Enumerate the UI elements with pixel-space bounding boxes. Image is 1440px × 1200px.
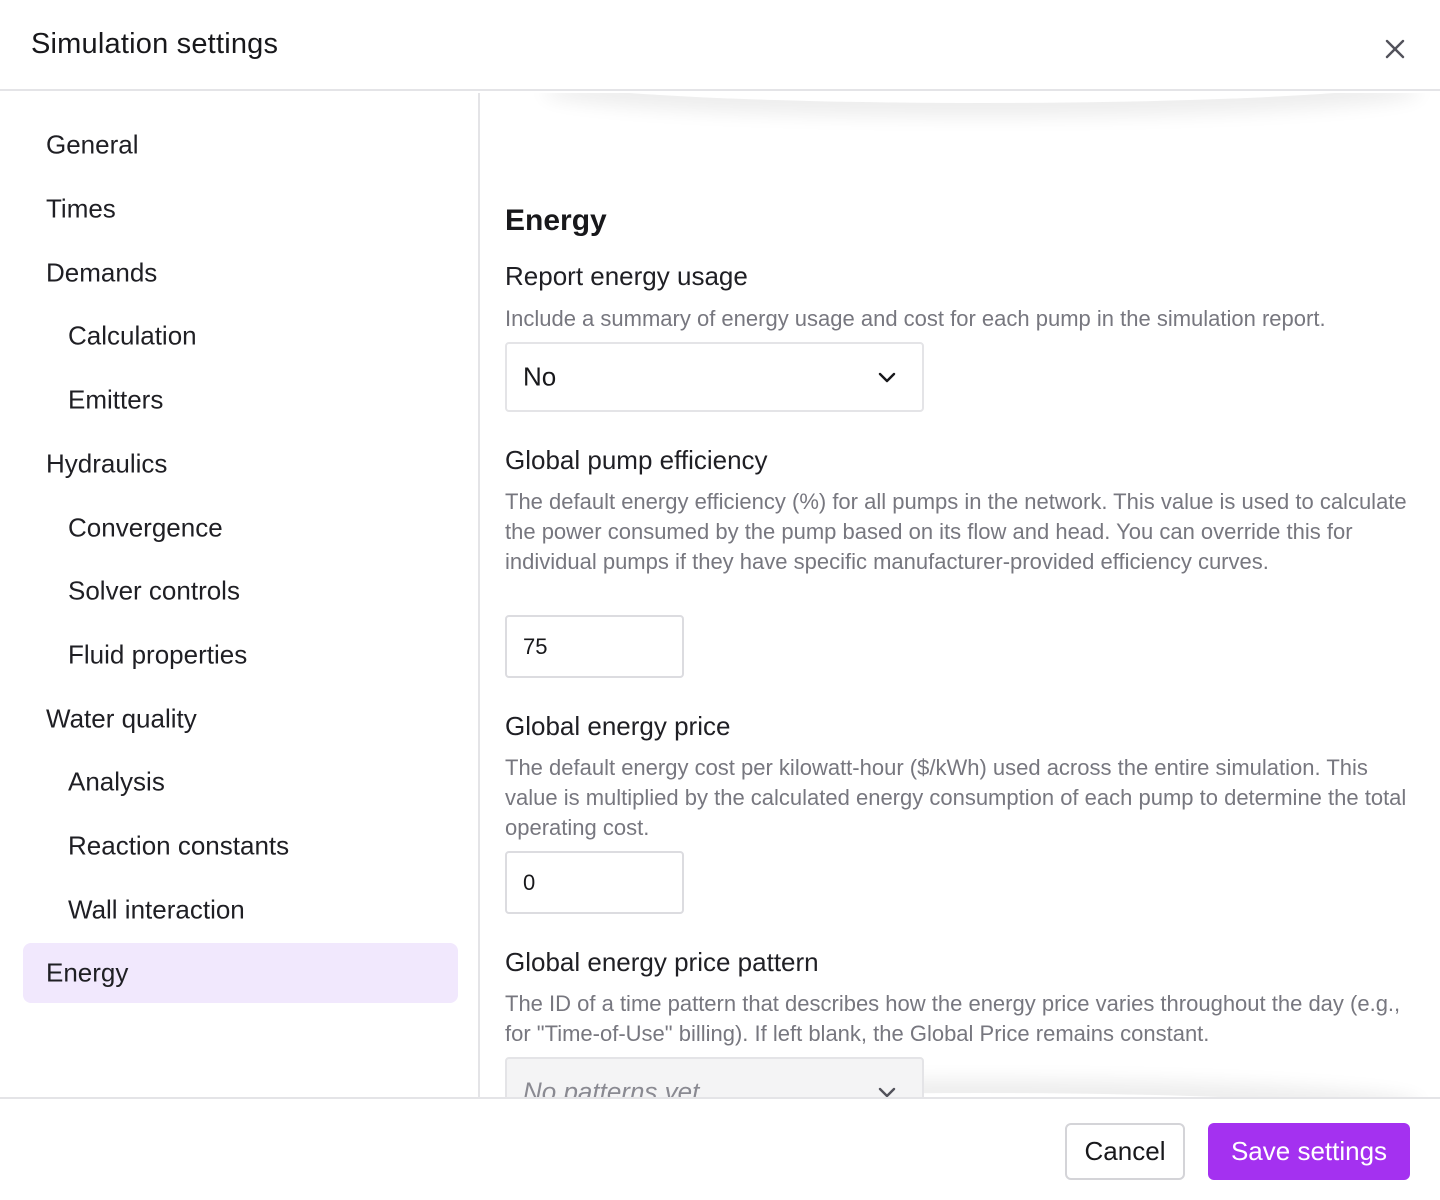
sidebar-item-label: Energy	[46, 957, 129, 988]
sidebar-item-general[interactable]: General	[23, 115, 458, 175]
energy-price-description: The default energy cost per kilowatt-hou…	[505, 755, 1407, 840]
close-icon	[1385, 39, 1405, 59]
sidebar-item-label: Wall interaction	[68, 894, 245, 925]
sidebar-item-water-quality[interactable]: Water quality	[23, 689, 458, 749]
sidebar-item-energy[interactable]: Energy	[23, 943, 458, 1003]
sidebar-item-fluid-properties[interactable]: Fluid properties	[23, 625, 458, 685]
sidebar-item-demands[interactable]: Demands	[23, 243, 458, 303]
sidebar-item-label: Convergence	[68, 512, 223, 543]
sidebar-item-label: Calculation	[68, 320, 197, 351]
chevron-down-icon	[878, 1087, 896, 1097]
pump-efficiency-description: The default energy efficiency (%) for al…	[505, 489, 1407, 574]
sidebar-item-label: Times	[46, 193, 116, 224]
sidebar-item-convergence[interactable]: Convergence	[23, 498, 458, 558]
scroll-shadow-top	[542, 93, 1422, 103]
chevron-down-icon	[878, 372, 896, 383]
report-energy-description: Include a summary of energy usage and co…	[505, 306, 1326, 331]
close-button[interactable]	[1377, 31, 1413, 67]
settings-content[interactable]: Energy Report energy usage Include a sum…	[482, 93, 1440, 1097]
dialog-header: Simulation settings	[0, 0, 1440, 91]
price-pattern-label: Global energy price pattern	[505, 947, 819, 977]
sidebar-item-label: Analysis	[68, 766, 165, 797]
sidebar-item-analysis[interactable]: Analysis	[23, 752, 458, 812]
sidebar-item-label: Fluid properties	[68, 639, 248, 670]
price-pattern-description: The ID of a time pattern that describes …	[505, 991, 1401, 1046]
simulation-settings-dialog: Simulation settings General Times Demand…	[0, 0, 1440, 1200]
save-settings-button[interactable]: Save settings	[1208, 1123, 1410, 1180]
sidebar-item-solver-controls[interactable]: Solver controls	[23, 561, 458, 621]
sidebar-item-label: Reaction constants	[68, 830, 290, 861]
energy-price-input[interactable]	[505, 851, 684, 914]
report-energy-value: No	[523, 361, 557, 392]
pump-efficiency-label: Global pump efficiency	[505, 445, 768, 475]
sidebar-item-label: Solver controls	[68, 575, 240, 606]
dialog-title: Simulation settings	[31, 28, 279, 60]
sidebar-item-hydraulics[interactable]: Hydraulics	[23, 434, 458, 494]
report-energy-select[interactable]: No	[505, 342, 924, 412]
price-pattern-value: No patterns yet	[523, 1076, 700, 1098]
sidebar-item-label: Hydraulics	[46, 448, 168, 479]
sidebar-item-label: Demands	[46, 257, 158, 288]
sidebar-item-label: Water quality	[46, 703, 197, 734]
cancel-button[interactable]: Cancel	[1065, 1123, 1185, 1180]
sidebar-item-wall-interaction[interactable]: Wall interaction	[23, 880, 458, 940]
sidebar-item-emitters[interactable]: Emitters	[23, 370, 458, 430]
sidebar-item-reaction-constants[interactable]: Reaction constants	[23, 816, 458, 876]
sidebar-item-label: Emitters	[68, 384, 164, 415]
report-energy-label: Report energy usage	[505, 261, 748, 291]
energy-price-label: Global energy price	[505, 711, 731, 741]
settings-sidebar: General Times Demands Calculation Emitte…	[0, 93, 480, 1097]
sidebar-item-times[interactable]: Times	[23, 179, 458, 239]
pump-efficiency-input[interactable]	[505, 615, 684, 678]
price-pattern-select[interactable]: No patterns yet	[505, 1057, 924, 1097]
dialog-footer: Cancel Save settings	[0, 1097, 1440, 1200]
section-title: Energy	[505, 204, 607, 237]
sidebar-item-calculation[interactable]: Calculation	[23, 306, 458, 366]
sidebar-item-label: General	[46, 129, 139, 160]
